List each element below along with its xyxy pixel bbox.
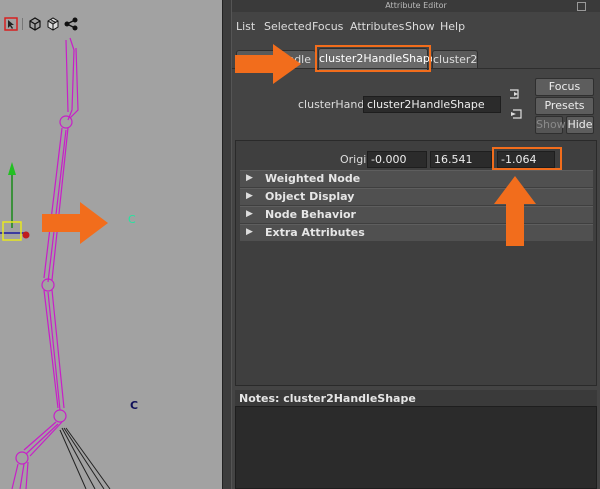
menu-show[interactable]: Show [405, 20, 435, 33]
tab-cluster2[interactable]: cluster2 [432, 50, 478, 68]
expand-arrow-icon: ▶ [246, 209, 253, 219]
focus-button[interactable]: Focus [535, 78, 594, 96]
section-title: Node Behavior [265, 208, 356, 221]
presets-button[interactable]: Presets [535, 97, 594, 115]
menu-attributes[interactable]: Attributes [350, 20, 404, 33]
notes-header: Notes: cluster2HandleShape [239, 392, 416, 405]
notes-textarea[interactable] [235, 406, 597, 489]
section-title: Object Display [265, 190, 355, 203]
output-connection-icon[interactable] [509, 108, 523, 120]
menu-focus[interactable]: Focus [312, 20, 343, 33]
cluster-locator-label[interactable]: C [130, 399, 138, 412]
tab-label: cluster2 [433, 53, 478, 66]
window-close-icon[interactable] [577, 2, 586, 11]
section-weighted-node[interactable]: ▶ Weighted Node [240, 170, 593, 187]
expand-arrow-icon: ▶ [246, 227, 253, 237]
expand-arrow-icon: ▶ [246, 191, 253, 201]
node-name-field[interactable]: cluster2HandleShape [363, 96, 501, 113]
section-title: Extra Attributes [265, 226, 365, 239]
annotation-arrow [494, 176, 536, 246]
input-connection-icon[interactable] [509, 88, 523, 100]
origin-y-field[interactable]: 16.541 [430, 151, 492, 168]
section-node-behavior[interactable]: ▶ Node Behavior [240, 206, 593, 223]
viewport-panel[interactable]: C C [0, 0, 222, 489]
section-object-display[interactable]: ▶ Object Display [240, 188, 593, 205]
attribute-editor: Attribute Editor List Selected Focus Att… [232, 0, 600, 489]
window-title: Attribute Editor [385, 1, 447, 10]
annotation-arrow [42, 202, 108, 244]
section-title: Weighted Node [265, 172, 361, 185]
annotation-arrow [235, 44, 301, 84]
origin-x-field[interactable]: -0.000 [367, 151, 427, 168]
expand-arrow-icon: ▶ [246, 173, 253, 183]
menu-list[interactable]: List [236, 20, 255, 33]
menu-help[interactable]: Help [440, 20, 465, 33]
menu-selected[interactable]: Selected [264, 20, 312, 33]
field-highlight-box [492, 147, 562, 170]
panel-splitter[interactable] [222, 0, 232, 489]
tab-highlight-box [315, 45, 431, 72]
hide-button[interactable]: Hide [566, 116, 594, 134]
skeleton-wireframe[interactable] [0, 0, 222, 489]
attributes-panel: Origin -0.000 16.541 -1.064 ▶ Weighted No… [235, 140, 597, 386]
notes-panel: Notes: cluster2HandleShape [235, 390, 597, 489]
window-titlebar: Attribute Editor [232, 0, 600, 12]
section-extra-attributes[interactable]: ▶ Extra Attributes [240, 224, 593, 241]
cluster-locator-label[interactable]: C [128, 213, 136, 226]
show-button[interactable]: Show [535, 116, 566, 134]
